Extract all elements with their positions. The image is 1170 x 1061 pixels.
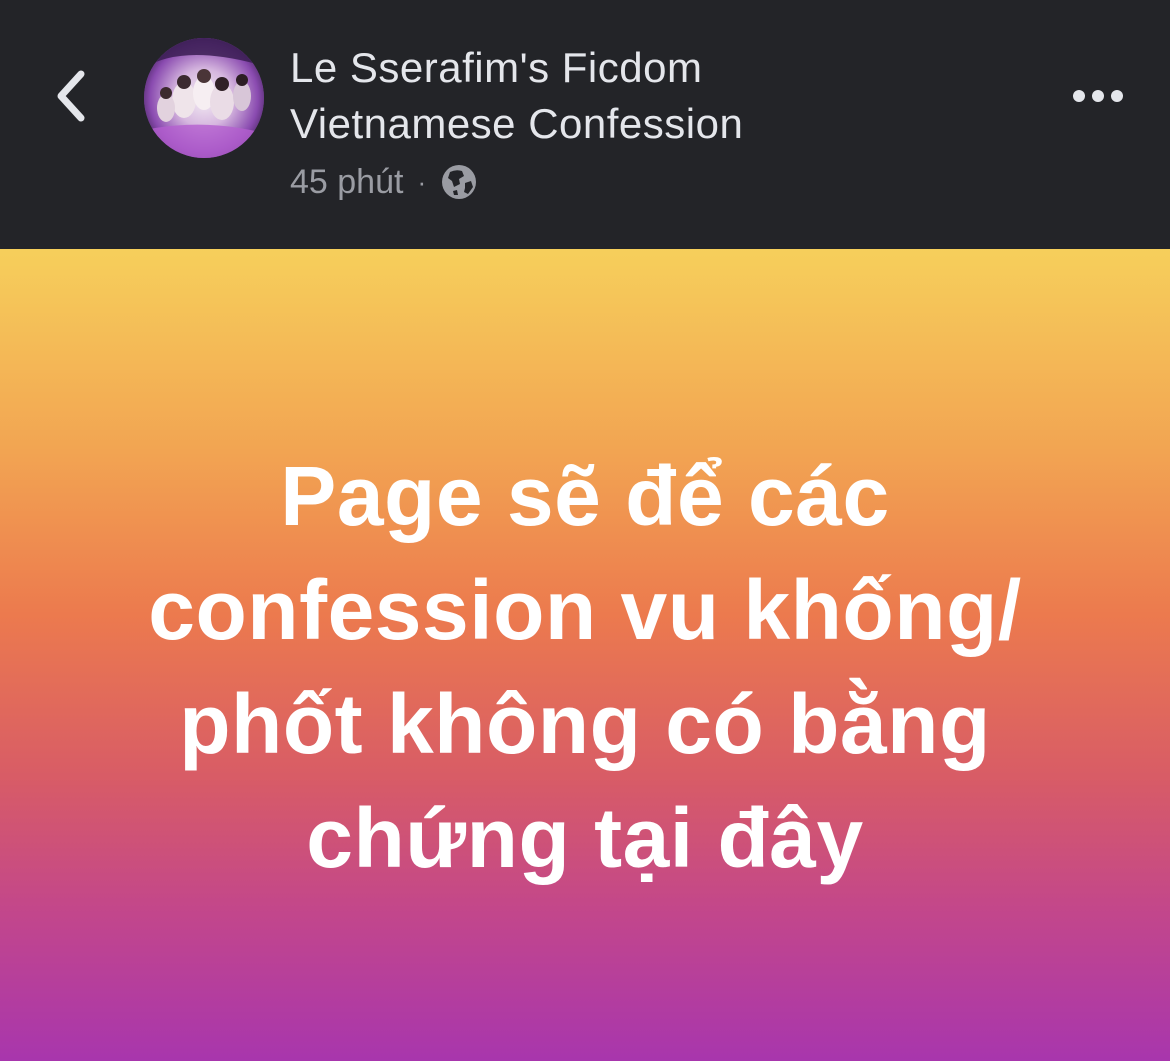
page-name[interactable]: Le Sserafim's Ficdom Vietnamese Confessi…	[290, 40, 930, 152]
chevron-left-icon	[57, 70, 85, 122]
page-name-line-1[interactable]: Le Sserafim's Ficdom	[290, 40, 930, 96]
avatar[interactable]	[144, 38, 264, 158]
back-button[interactable]	[36, 58, 106, 134]
more-options-button[interactable]	[1062, 74, 1134, 118]
post-time[interactable]: 45 phút	[290, 163, 403, 202]
meta-separator: ·	[417, 166, 427, 197]
post-text-line: confession vu khống/	[148, 563, 1022, 657]
page-name-line-2[interactable]: Vietnamese Confession	[290, 96, 930, 152]
globe-icon[interactable]	[440, 163, 478, 201]
post-view: Le Sserafim's Ficdom Vietnamese Confessi…	[0, 0, 1170, 1061]
post-header: Le Sserafim's Ficdom Vietnamese Confessi…	[0, 0, 1170, 249]
post-text-line: phốt không có bằng	[179, 677, 991, 771]
post-meta: 45 phút ·	[290, 160, 478, 204]
post-text-line: Page sẽ để các	[280, 449, 890, 543]
post-background[interactable]: Page sẽ để các confession vu khống/ phốt…	[0, 249, 1170, 1061]
post-text: Page sẽ để các confession vu khống/ phốt…	[60, 439, 1110, 895]
avatar-photo	[144, 38, 264, 158]
more-horizontal-icon	[1073, 90, 1123, 102]
post-text-line: chứng tại đây	[306, 791, 864, 885]
